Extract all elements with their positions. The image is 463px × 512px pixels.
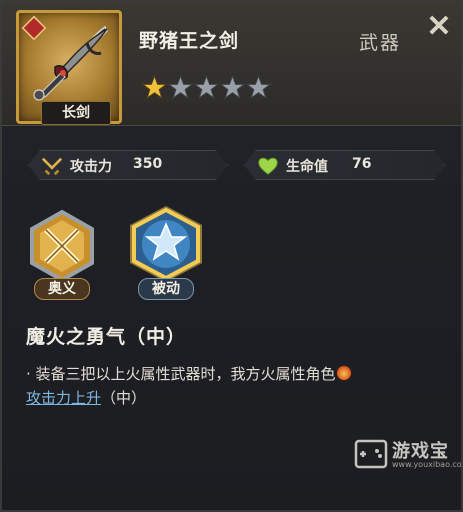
close-button[interactable]: ✕ — [423, 12, 455, 44]
close-icon: ✕ — [426, 9, 452, 44]
attack-label: 攻击力 — [70, 159, 112, 175]
watermark: 游戏宝 www.youxibao.com — [352, 435, 463, 475]
star-empty-icon — [168, 75, 193, 100]
hp-stat: 生命值 76 — [244, 150, 446, 180]
crossed-swords-icon — [41, 155, 63, 177]
star-empty-icon — [220, 75, 245, 100]
item-header: 长剑 野猪王之剑 武器 ✕ — [2, 2, 461, 126]
ougi-badge: 奥义 — [34, 278, 90, 300]
desc-suffix: （中） — [101, 389, 147, 407]
sword-icon — [33, 25, 108, 101]
star-filled-icon — [142, 75, 167, 100]
skill-name: 魔火之勇气（中） — [26, 326, 187, 348]
desc-prefix: · 装备三把以上火属性武器时，我方火属性角色 — [26, 365, 336, 383]
skill-description: · 装备三把以上火属性武器时，我方火属性角色 攻击力上升（中） — [26, 362, 436, 410]
item-name: 野猪王之剑 — [139, 30, 240, 52]
attack-stat: 攻击力 350 — [28, 150, 228, 180]
hp-value: 76 — [352, 156, 372, 172]
passive-badge: 被动 — [138, 278, 194, 300]
skill-passive[interactable]: 被动 — [124, 206, 208, 300]
attack-value: 350 — [133, 156, 163, 172]
item-detail-panel: 长剑 野猪王之剑 武器 ✕ 攻击力 350 生命值 76 奥义 被动 魔火之勇气… — [0, 0, 463, 512]
star-rating — [142, 75, 271, 100]
skill-ougi[interactable]: 奥义 — [24, 208, 100, 300]
star-empty-icon — [246, 75, 271, 100]
gamepad-logo-icon — [354, 439, 388, 469]
passive-skill-icon — [130, 206, 202, 282]
item-category: 武器 — [359, 32, 402, 54]
heart-icon — [257, 155, 279, 177]
fire-element-icon — [335, 365, 352, 381]
ougi-skill-icon — [30, 209, 94, 283]
watermark-url: www.youxibao.com — [392, 460, 463, 469]
item-type-label: 长剑 — [41, 101, 111, 125]
attack-up-link[interactable]: 攻击力上升 — [26, 389, 101, 407]
item-portrait: 长剑 — [16, 10, 122, 125]
hp-label: 生命值 — [286, 159, 328, 175]
star-empty-icon — [194, 75, 219, 100]
